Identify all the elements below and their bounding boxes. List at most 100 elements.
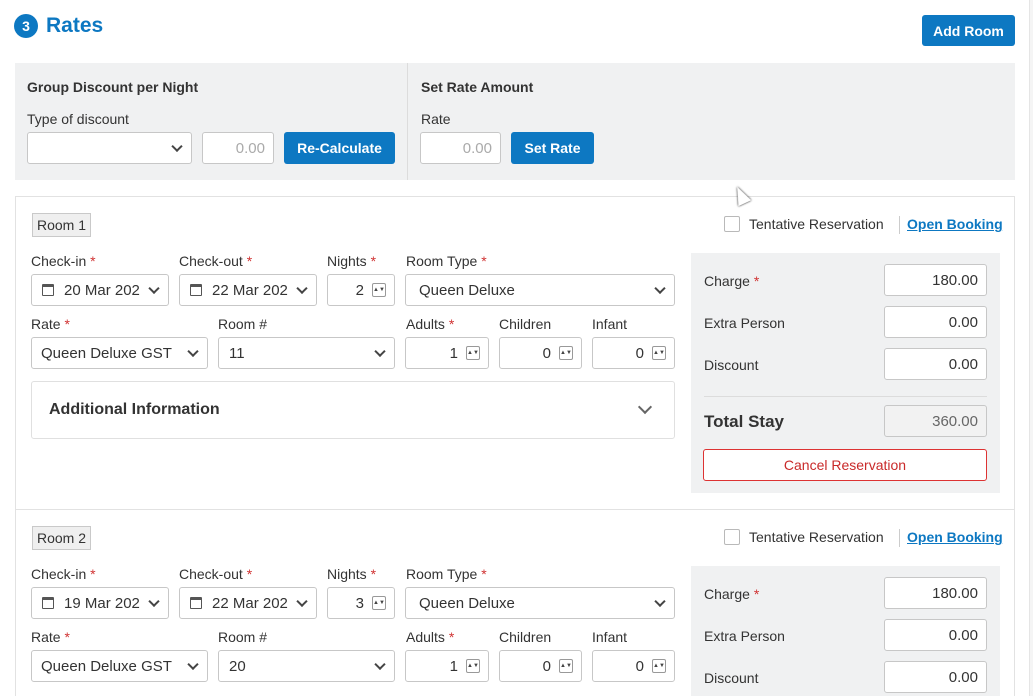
spinner-icon[interactable]: ▲▼	[466, 659, 480, 673]
checkin-value: 20 Mar 202	[64, 281, 140, 299]
checkin-date-picker[interactable]: 20 Mar 202	[31, 274, 169, 306]
tentative-reservation[interactable]: Tentative Reservation	[724, 529, 884, 545]
spinner-icon[interactable]: ▲▼	[466, 346, 480, 360]
children-value: 0	[542, 657, 551, 675]
charge-label: Charge *	[704, 586, 760, 602]
infant-stepper[interactable]: 0 ▲▼	[592, 650, 675, 682]
rate-select[interactable]: Queen Deluxe GST	[31, 650, 208, 682]
nights-label: Nights *	[327, 253, 377, 269]
tentative-checkbox[interactable]	[724, 216, 740, 232]
room-card-2: Room 2 Tentative Reservation Open Bookin…	[15, 509, 1015, 696]
extra-person-label: Extra Person	[704, 628, 785, 644]
adults-label: Adults *	[406, 629, 455, 645]
chevron-down-icon	[187, 345, 199, 358]
total-stay-label: Total Stay	[704, 412, 784, 431]
spinner-icon[interactable]: ▲▼	[372, 283, 386, 297]
checkin-label: Check-in *	[31, 253, 96, 269]
infant-value: 0	[635, 657, 644, 675]
chevron-down-icon	[296, 282, 308, 295]
discount-amount-input[interactable]: 0.00	[202, 132, 274, 164]
chevron-down-icon	[171, 140, 183, 153]
tentative-label: Tentative Reservation	[749, 529, 884, 545]
checkin-date-picker[interactable]: 19 Mar 202	[31, 587, 169, 619]
divider	[704, 396, 987, 397]
discount-label: Discount	[704, 357, 759, 373]
discount-type-select[interactable]	[27, 132, 192, 164]
room-number-select[interactable]: 20	[218, 650, 395, 682]
children-stepper[interactable]: 0 ▲▼	[499, 337, 582, 369]
chevron-down-icon	[148, 595, 160, 608]
room-type-select[interactable]: Queen Deluxe	[405, 587, 675, 619]
children-stepper[interactable]: 0 ▲▼	[499, 650, 582, 682]
extra-person-input[interactable]: 0.00	[884, 306, 987, 338]
section-header: 3 Rates	[14, 14, 103, 38]
charge-input[interactable]: 180.00	[884, 264, 987, 296]
chevron-down-icon	[374, 345, 386, 358]
children-label: Children	[499, 629, 552, 645]
nights-value: 2	[355, 281, 364, 299]
room-type-value: Queen Deluxe	[419, 281, 515, 299]
extra-person-label: Extra Person	[704, 315, 785, 331]
room-card-1: Room 1 Tentative Reservation Open Bookin…	[15, 196, 1015, 509]
tentative-label: Tentative Reservation	[749, 216, 884, 232]
infant-value: 0	[635, 344, 644, 362]
tentative-reservation[interactable]: Tentative Reservation	[724, 216, 884, 232]
charge-input[interactable]: 180.00	[884, 577, 987, 609]
discount-type-label: Type of discount	[27, 111, 129, 127]
extra-person-input[interactable]: 0.00	[884, 619, 987, 651]
spinner-icon[interactable]: ▲▼	[652, 346, 666, 360]
chevron-down-icon	[654, 595, 666, 608]
discount-input[interactable]: 0.00	[884, 661, 987, 693]
room-type-value: Queen Deluxe	[419, 594, 515, 612]
adults-value: 1	[449, 344, 458, 362]
infant-label: Infant	[592, 629, 628, 645]
spinner-icon[interactable]: ▲▼	[559, 346, 573, 360]
adults-stepper[interactable]: 1 ▲▼	[405, 650, 489, 682]
discount-label: Discount	[704, 670, 759, 686]
children-label: Children	[499, 316, 552, 332]
calendar-icon	[190, 597, 202, 609]
add-room-button[interactable]: Add Room	[922, 15, 1015, 46]
room-type-label: Room Type *	[406, 566, 487, 582]
charges-panel: Charge * 180.00 Extra Person 0.00 Discou…	[691, 566, 1000, 696]
set-rate-button[interactable]: Set Rate	[511, 132, 594, 164]
rate-value: Queen Deluxe GST	[41, 657, 172, 675]
spinner-icon[interactable]: ▲▼	[372, 596, 386, 610]
scrollbar[interactable]	[1029, 0, 1033, 696]
group-discount-panel: Group Discount per Night Type of discoun…	[15, 63, 1015, 180]
checkout-value: 22 Mar 202	[212, 594, 288, 612]
nights-value: 3	[355, 594, 364, 612]
group-discount-section: Group Discount per Night Type of discoun…	[15, 63, 408, 180]
checkout-value: 22 Mar 202	[212, 281, 288, 299]
chevron-down-icon[interactable]	[637, 399, 653, 415]
nights-stepper[interactable]: 3 ▲▼	[327, 587, 395, 619]
additional-information-panel[interactable]: Additional Information	[31, 381, 675, 439]
room-number-select[interactable]: 11	[218, 337, 395, 369]
open-booking-link[interactable]: Open Booking	[907, 529, 1003, 545]
discount-input[interactable]: 0.00	[884, 348, 987, 380]
adults-stepper[interactable]: 1 ▲▼	[405, 337, 489, 369]
children-value: 0	[542, 344, 551, 362]
chevron-down-icon	[296, 595, 308, 608]
infant-stepper[interactable]: 0 ▲▼	[592, 337, 675, 369]
calendar-icon	[190, 284, 202, 296]
spinner-icon[interactable]: ▲▼	[559, 659, 573, 673]
cancel-reservation-button[interactable]: Cancel Reservation	[703, 449, 987, 481]
rate-amount-input[interactable]: 0.00	[420, 132, 501, 164]
chevron-down-icon	[654, 282, 666, 295]
group-discount-heading: Group Discount per Night	[27, 79, 199, 95]
calendar-icon	[42, 597, 54, 609]
checkout-label: Check-out *	[179, 253, 253, 269]
spinner-icon[interactable]: ▲▼	[652, 659, 666, 673]
recalculate-button[interactable]: Re-Calculate	[284, 132, 395, 164]
page-title: Rates	[46, 14, 104, 37]
checkout-date-picker[interactable]: 22 Mar 202	[179, 274, 317, 306]
open-booking-link[interactable]: Open Booking	[907, 216, 1003, 232]
tentative-checkbox[interactable]	[724, 529, 740, 545]
chevron-down-icon	[187, 658, 199, 671]
nights-stepper[interactable]: 2 ▲▼	[327, 274, 395, 306]
room-type-select[interactable]: Queen Deluxe	[405, 274, 675, 306]
calendar-icon	[42, 284, 54, 296]
checkout-date-picker[interactable]: 22 Mar 202	[179, 587, 317, 619]
rate-select[interactable]: Queen Deluxe GST	[31, 337, 208, 369]
